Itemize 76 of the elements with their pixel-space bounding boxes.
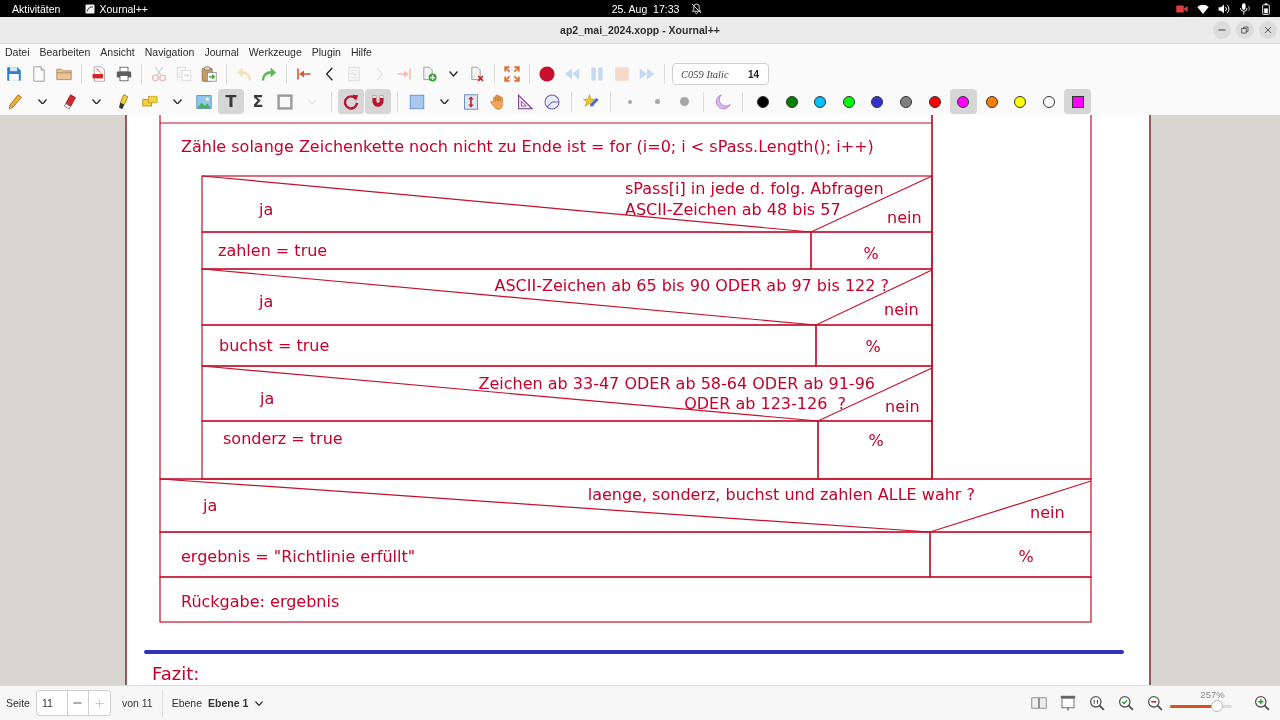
menu-item[interactable]: Bearbeiten [34, 46, 96, 58]
no-label: nein [1030, 503, 1065, 522]
zoom-percent-text: 257% [1200, 688, 1225, 700]
layer-label: Ebene [171, 697, 203, 709]
condition-text: Zeichen ab 33-47 ODER ab 58-64 ODER ab 91-96 [478, 374, 875, 393]
page-number-field[interactable]: 11 [35, 690, 67, 716]
assignment-text: zahlen = true [218, 241, 328, 260]
yes-label: ja [203, 496, 218, 515]
speaker-icon [1218, 2, 1230, 15]
menu-item[interactable]: Ansicht [95, 46, 140, 58]
text-tool-button[interactable]: T [218, 89, 244, 114]
grid-snap-button[interactable] [365, 89, 391, 114]
assignment-text: ergebnis = "Richtlinie erfüllt" [181, 547, 416, 566]
font-button[interactable]: C059 Italic 14 [672, 63, 769, 85]
minimize-icon [1218, 29, 1226, 31]
zoom-in-icon [1254, 695, 1270, 711]
no-label: nein [887, 208, 922, 227]
return-text: Rückgabe: ergebnis [181, 592, 340, 611]
wifi-icon [1197, 2, 1209, 15]
yes-label: ja [260, 389, 275, 408]
menu-item[interactable]: Navigation [139, 46, 200, 58]
microphone-icon [1239, 2, 1251, 15]
condition-text: ODER ab 123-126 ? [684, 394, 846, 413]
menu-item[interactable]: Werkzeuge [243, 46, 307, 58]
heading-text: Fazit: [152, 663, 200, 684]
page-label: Seite [6, 697, 30, 709]
menu-item[interactable]: Plugin [306, 46, 346, 58]
two-pages-icon [1031, 695, 1047, 711]
condition-text: ASCII-Zeichen ab 65 bis 90 ODER ab 97 bis 122 ? [494, 276, 889, 295]
video-camera-icon [1176, 2, 1188, 15]
slider-thumb[interactable] [1210, 699, 1223, 712]
menu-item[interactable]: Journal [199, 46, 244, 58]
yes-label: ja [259, 200, 274, 219]
empty-branch-text: % [1018, 547, 1034, 566]
color-button[interactable] [949, 89, 977, 114]
app-icon [85, 3, 96, 14]
page-count-text: von 11 [121, 697, 153, 709]
menu-item[interactable]: Datei [0, 46, 35, 58]
plus-icon [94, 698, 104, 708]
battery-icon [1260, 2, 1272, 15]
yes-label: ja [259, 292, 274, 311]
page-down-button[interactable] [66, 690, 89, 716]
restore-icon [1241, 26, 1249, 34]
minus-icon [73, 702, 83, 704]
magnifier-check-icon [1118, 695, 1134, 711]
zoom-slider[interactable] [1169, 699, 1232, 712]
projector-screen-icon [1060, 695, 1076, 711]
loop-header-text: Zähle solange Zeichenkette noch nicht zu Ende ist = for (i=0; i < sPass.Length(); i++) [181, 137, 874, 156]
condition-text: laenge, sonderz, buchst und zahlen ALLE wahr ? [587, 485, 975, 504]
condition-text: ASCII-Zeichen ab 48 bis 57 [625, 200, 841, 219]
minimize-button[interactable] [1213, 21, 1231, 39]
menu-item[interactable]: Hilfe [345, 46, 377, 58]
app-menu-button[interactable]: Xournal++ [85, 2, 148, 15]
restore-button[interactable] [1236, 21, 1254, 39]
activities-button[interactable]: Aktivitäten [12, 2, 61, 15]
formula-tool-button[interactable]: Σ [245, 89, 271, 114]
empty-branch-text: % [868, 431, 884, 450]
magnifier-bars-icon [1089, 695, 1105, 711]
color-square-icon [1071, 95, 1084, 108]
empty-branch-text: % [865, 337, 881, 356]
rotation-snap-button[interactable] [338, 89, 364, 114]
zoom-out-icon [1147, 695, 1163, 711]
assignment-text: buchst = true [219, 336, 330, 355]
bell-off-icon [691, 3, 703, 14]
no-label: nein [885, 397, 920, 416]
no-label: nein [884, 300, 919, 319]
empty-branch-text: % [863, 244, 879, 263]
color-picker-button[interactable] [1064, 89, 1092, 114]
clock-text[interactable]: 25. Aug 17:33 [611, 2, 680, 15]
condition-text: sPass[i] in jede d. folg. Abfragen [625, 179, 884, 198]
layer-select[interactable]: Ebene 1 [202, 692, 268, 714]
close-button[interactable] [1259, 21, 1277, 39]
assignment-text: sonderz = true [223, 429, 343, 448]
window-title: ap2_mai_2024.xopp - Xournal++ [560, 24, 720, 36]
close-icon [1264, 26, 1272, 34]
chevron-down-icon [255, 700, 264, 706]
